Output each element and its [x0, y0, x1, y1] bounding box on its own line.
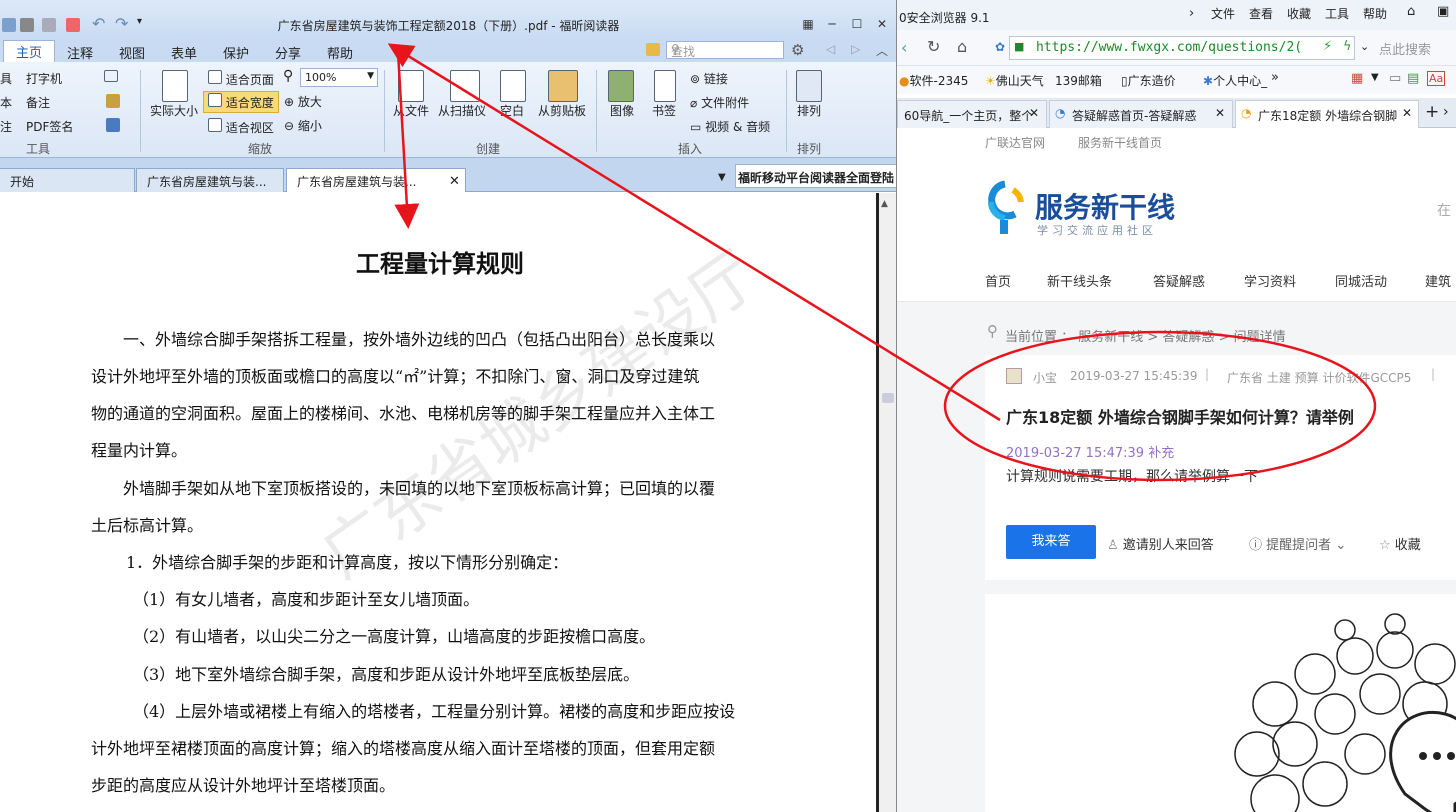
annotation-ellipse: [943, 330, 1377, 482]
annotation-overlay: [387, 43, 1377, 482]
annotation-arrow-to-page: [394, 51, 420, 229]
annotation-arrow-to-title: [387, 43, 1001, 422]
